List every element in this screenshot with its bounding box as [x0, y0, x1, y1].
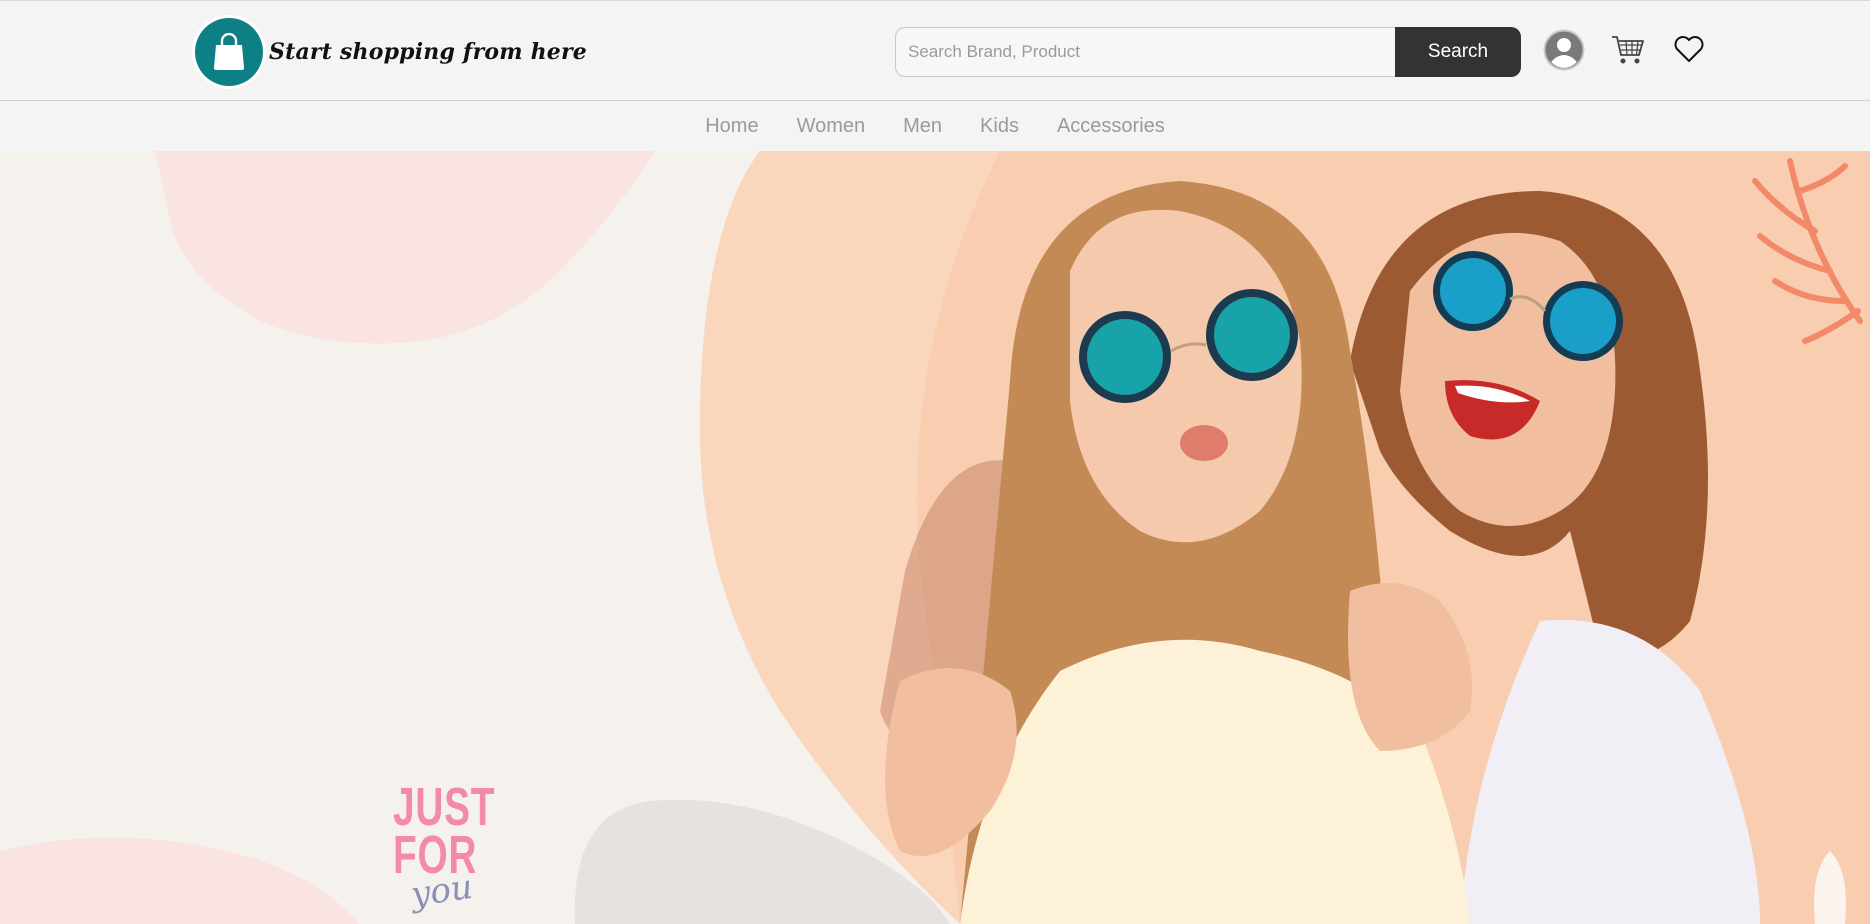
heart-icon[interactable] — [1673, 34, 1705, 64]
tagline-line1: JUST — [393, 777, 496, 837]
nav-item-women[interactable]: Women — [797, 115, 866, 138]
main-nav: Home Women Men Kids Accessories — [0, 101, 1870, 151]
pink-blob-shape — [155, 151, 655, 344]
site-header: Start shopping from here Search — [0, 0, 1870, 101]
pink-blob-bottom-shape — [0, 837, 360, 924]
nav-item-home[interactable]: Home — [705, 115, 758, 138]
cart-icon[interactable] — [1610, 31, 1646, 67]
tagline-line3: you — [408, 866, 476, 916]
nav-item-kids[interactable]: Kids — [980, 115, 1019, 138]
nav-item-accessories[interactable]: Accessories — [1057, 115, 1165, 138]
page: Start shopping from here Search Brand, P… — [0, 0, 1870, 924]
hero-artwork — [0, 151, 1870, 924]
search-button[interactable]: Search — [1395, 27, 1521, 77]
shopping-bag-logo-icon — [195, 18, 263, 86]
user-icon[interactable] — [1543, 29, 1585, 71]
search-bar: Search — [895, 27, 1521, 77]
search-input[interactable] — [895, 27, 1395, 77]
just-for-you-badge: JUST FOR you — [393, 777, 513, 916]
logo-text: Start shopping from here — [269, 39, 587, 65]
nav-item-men[interactable]: Men — [903, 115, 942, 138]
logo[interactable]: Start shopping from here — [195, 17, 587, 87]
hero-banner[interactable]: JUST FOR you — [0, 151, 1870, 924]
